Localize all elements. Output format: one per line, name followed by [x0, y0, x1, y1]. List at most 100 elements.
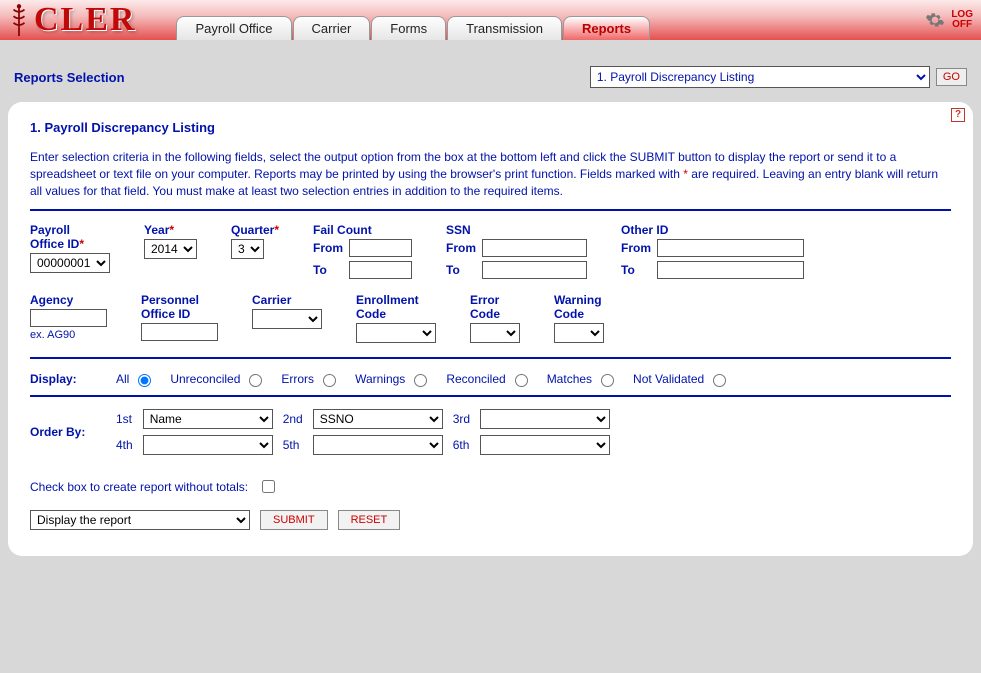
label-other-id: Other ID [621, 223, 804, 237]
display-opt-not-validated[interactable]: Not Validated [633, 371, 729, 387]
agency-hint: ex. AG90 [30, 329, 107, 341]
orderby-3rd-select[interactable] [480, 409, 610, 429]
display-opt-errors[interactable]: Errors [281, 371, 339, 387]
action-row: Display the report SUBMIT RESET [30, 510, 951, 530]
orderby-label: Order By: [30, 425, 100, 439]
page-title: Reports Selection [14, 70, 125, 85]
caduceus-icon [8, 3, 30, 37]
display-radio-not-validated[interactable] [713, 374, 726, 387]
display-opt-matches[interactable]: Matches [547, 371, 617, 387]
orderby-6th-select[interactable] [480, 435, 610, 455]
tab-transmission[interactable]: Transmission [447, 16, 562, 40]
logoff-button[interactable]: LOG OFF [951, 10, 973, 30]
go-button[interactable]: GO [936, 68, 967, 86]
display-row: Display: All Unreconciled Errors Warning… [30, 371, 951, 387]
tab-reports[interactable]: Reports [563, 16, 650, 40]
fail-count-from-input[interactable] [349, 239, 412, 257]
label-fail-count: Fail Count [313, 223, 412, 237]
field-carrier: Carrier [252, 293, 322, 329]
field-quarter: Quarter* 3 [231, 223, 279, 259]
field-fail-count: Fail Count From To [313, 223, 412, 279]
label-payroll-office-id: Payroll Office ID* [30, 223, 110, 251]
subheader: Reports Selection 1. Payroll Discrepancy… [0, 40, 981, 102]
divider-top [30, 209, 951, 211]
ssn-from-label: From [446, 241, 476, 255]
fail-count-to-input[interactable] [349, 261, 412, 279]
totals-row: Check box to create report without total… [30, 477, 951, 496]
help-icon[interactable]: ? [951, 108, 965, 122]
other-id-from-input[interactable] [657, 239, 804, 257]
label-carrier: Carrier [252, 293, 322, 307]
field-other-id: Other ID From To [621, 223, 804, 279]
display-opt-all[interactable]: All [116, 371, 154, 387]
display-radio-all[interactable] [138, 374, 151, 387]
label-quarter: Quarter* [231, 223, 279, 237]
label-agency: Agency [30, 293, 107, 307]
orderby-1st-label: 1st [116, 412, 133, 426]
display-opt-warnings[interactable]: Warnings [355, 371, 430, 387]
field-year: Year* 2014 [144, 223, 197, 259]
field-agency: Agency ex. AG90 [30, 293, 107, 341]
field-payroll-office-id: Payroll Office ID* 00000001 [30, 223, 110, 273]
other-id-from-label: From [621, 241, 651, 255]
orderby-4th-label: 4th [116, 438, 133, 452]
submit-button[interactable]: SUBMIT [260, 510, 328, 530]
label-warning-code: Warning Code [554, 293, 604, 321]
report-select[interactable]: 1. Payroll Discrepancy Listing [590, 66, 930, 88]
orderby-5th-label: 5th [283, 438, 303, 452]
app-header: CLER Payroll Office Carrier Forms Transm… [0, 0, 981, 40]
display-radio-errors[interactable] [323, 374, 336, 387]
fail-count-from-label: From [313, 241, 343, 255]
other-id-to-input[interactable] [657, 261, 804, 279]
tab-carrier[interactable]: Carrier [293, 16, 371, 40]
reset-button[interactable]: RESET [338, 510, 401, 530]
display-radio-unreconciled[interactable] [249, 374, 262, 387]
orderby-5th-select[interactable] [313, 435, 443, 455]
totals-label: Check box to create report without total… [30, 480, 248, 494]
display-opt-reconciled[interactable]: Reconciled [446, 371, 530, 387]
payroll-office-id-select[interactable]: 00000001 [30, 253, 110, 273]
display-radio-reconciled[interactable] [515, 374, 528, 387]
logoff-area: LOG OFF [925, 10, 973, 30]
main-tabs: Payroll Office Carrier Forms Transmissio… [176, 16, 650, 40]
report-select-wrap: 1. Payroll Discrepancy Listing GO [590, 66, 967, 88]
tab-forms[interactable]: Forms [371, 16, 446, 40]
orderby-4th-select[interactable] [143, 435, 273, 455]
instructions: Enter selection criteria in the followin… [30, 149, 951, 199]
orderby-1st-select[interactable]: Name [143, 409, 273, 429]
report-panel: ? 1. Payroll Discrepancy Listing Enter s… [8, 102, 973, 556]
orderby-3rd-label: 3rd [453, 412, 470, 426]
warning-code-select[interactable] [554, 323, 604, 343]
logo-text: CLER [34, 1, 136, 39]
field-ssn: SSN From To [446, 223, 587, 279]
year-select[interactable]: 2014 [144, 239, 197, 259]
ssn-to-label: To [446, 263, 476, 277]
output-option-select[interactable]: Display the report [30, 510, 250, 530]
display-opt-unreconciled[interactable]: Unreconciled [170, 371, 265, 387]
totals-checkbox[interactable] [262, 480, 275, 493]
field-warning-code: Warning Code [554, 293, 604, 343]
label-enrollment-code: Enrollment Code [356, 293, 436, 321]
label-error-code: Error Code [470, 293, 520, 321]
orderby-row: Order By: 1st Name 2nd SSNO 3rd 4th 5th … [30, 409, 951, 455]
gear-icon[interactable] [925, 10, 945, 30]
divider-mid1 [30, 357, 951, 359]
tab-payroll-office[interactable]: Payroll Office [176, 16, 291, 40]
carrier-select[interactable] [252, 309, 322, 329]
ssn-to-input[interactable] [482, 261, 587, 279]
quarter-select[interactable]: 3 [231, 239, 264, 259]
enrollment-code-select[interactable] [356, 323, 436, 343]
label-year: Year* [144, 223, 197, 237]
ssn-from-input[interactable] [482, 239, 587, 257]
error-code-select[interactable] [470, 323, 520, 343]
display-radio-matches[interactable] [601, 374, 614, 387]
agency-input[interactable] [30, 309, 107, 327]
field-error-code: Error Code [470, 293, 520, 343]
label-ssn: SSN [446, 223, 587, 237]
orderby-2nd-select[interactable]: SSNO [313, 409, 443, 429]
personnel-office-id-input[interactable] [141, 323, 218, 341]
panel-title: 1. Payroll Discrepancy Listing [30, 120, 951, 135]
logoff-line2: OFF [951, 20, 973, 30]
fail-count-to-label: To [313, 263, 343, 277]
display-radio-warnings[interactable] [414, 374, 427, 387]
